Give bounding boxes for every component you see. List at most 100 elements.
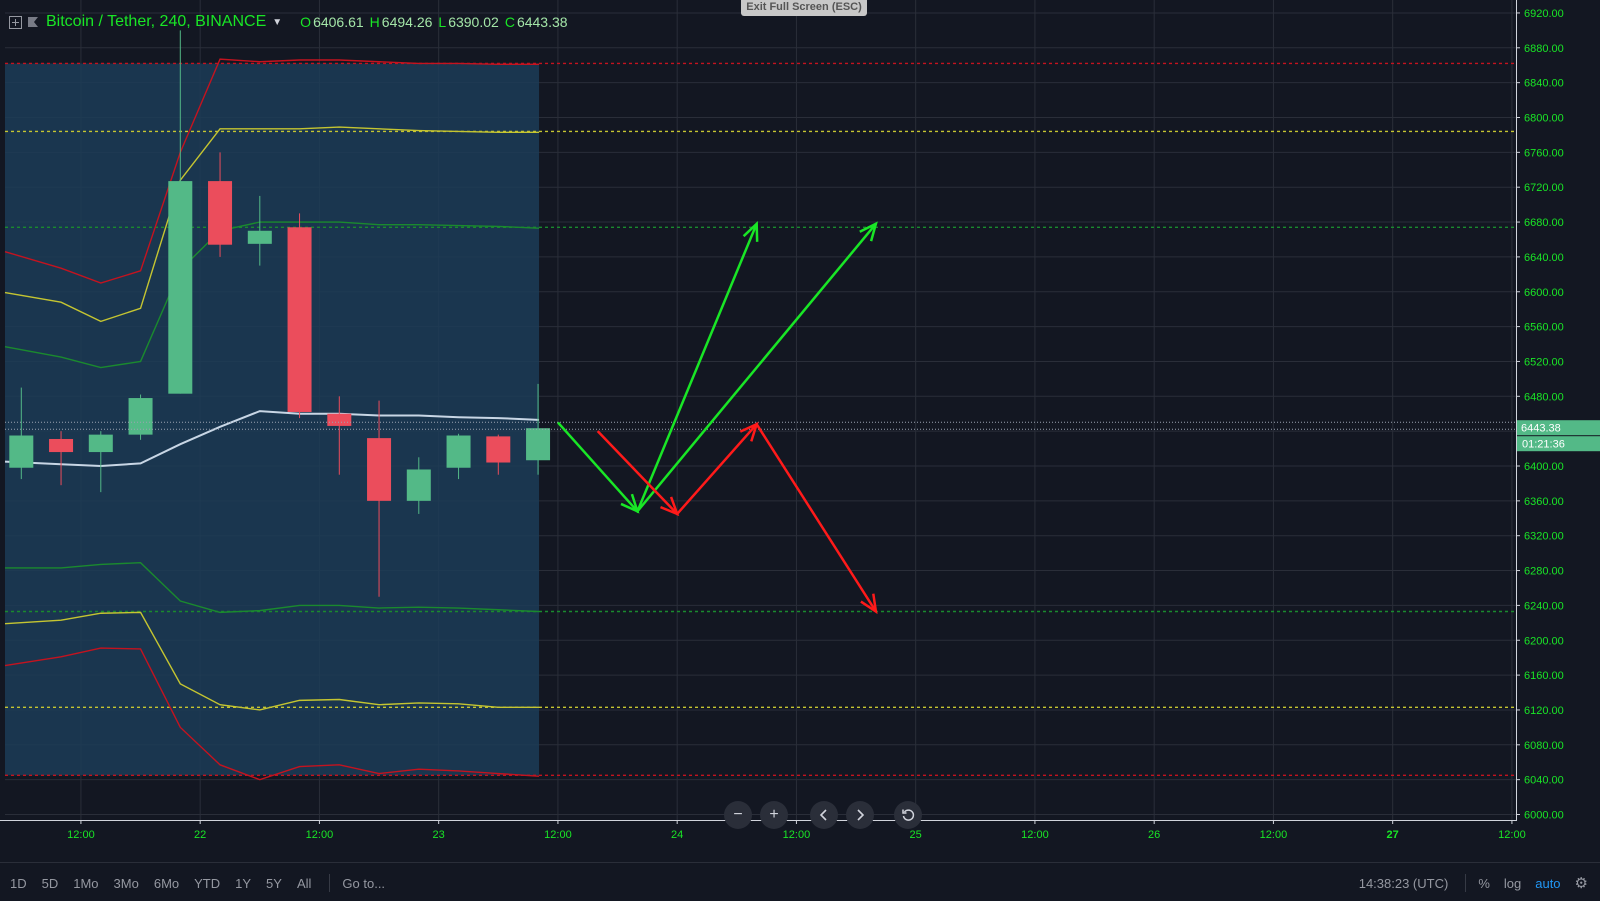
candle-body-down [208, 181, 233, 245]
close-value: 6443.38 [516, 14, 568, 30]
reset-chart-button[interactable] [894, 801, 922, 829]
symbol-title[interactable]: Bitcoin / Tether, 240, BINANCE [46, 13, 266, 31]
price-tick-label: 6640.00 [1524, 252, 1564, 264]
gear-icon[interactable]: ⚙ [1575, 876, 1588, 891]
candle-body-up [247, 230, 272, 244]
time-tick-label: 24 [671, 829, 683, 841]
low-value: 6390.02 [448, 14, 499, 30]
exit-fullscreen-button[interactable]: Exit Full Screen (ESC) [741, 0, 867, 16]
price-tick-label: 6840.00 [1524, 78, 1564, 90]
price-tick-label: 6920.00 [1524, 8, 1564, 20]
price-tick-label: 6800.00 [1524, 113, 1564, 125]
chevron-right-icon [857, 809, 865, 821]
range-buttons: 1D 5D 1Mo 3Mo 6Mo YTD 1Y 5Y All Go to... [10, 874, 400, 892]
time-tick-label: 12:00 [67, 829, 95, 841]
price-axis[interactable]: 6920.00 6880.00 6840.00 6800.00 6760.00 6720.… [1516, 0, 1600, 822]
time-tick-label: 12:00 [1498, 829, 1526, 841]
price-tick-label: 6320.00 [1524, 531, 1564, 543]
high-label: H [369, 14, 380, 30]
countdown-tag: 01:21:36 [1522, 439, 1565, 451]
price-tick-label: 6560.00 [1524, 322, 1564, 334]
percent-scale-button[interactable]: % [1478, 876, 1490, 891]
price-tick-label: 6520.00 [1524, 356, 1564, 368]
flag-icon[interactable] [26, 15, 40, 29]
price-tick-label: 6680.00 [1524, 217, 1564, 229]
candle-body-down [287, 227, 312, 412]
price-tick-label: 6000.00 [1524, 810, 1564, 822]
time-tick-label: 27 [1387, 829, 1399, 841]
band-shade-area [5, 63, 540, 776]
plus-icon: + [769, 806, 779, 823]
candle-body-up [526, 428, 551, 461]
high-value: 6494.26 [381, 14, 433, 30]
goto-date-button[interactable]: Go to... [342, 876, 385, 891]
open-label: O [300, 14, 312, 30]
price-tick-label: 6200.00 [1524, 635, 1564, 647]
time-tick-label: 12:00 [306, 829, 334, 841]
low-label: L [438, 14, 447, 30]
time-tick-label: 12:00 [544, 829, 572, 841]
time-tick-label: 12:00 [783, 829, 811, 841]
candle-body-up [9, 435, 34, 468]
price-tick-label: 6120.00 [1524, 705, 1564, 717]
candle-body-down [367, 438, 392, 501]
price-tick-label: 6480.00 [1524, 391, 1564, 403]
plus-square-icon[interactable] [8, 15, 22, 29]
toolbar-divider [329, 874, 331, 892]
zoom-out-button[interactable]: − [724, 801, 752, 829]
bollinger-shade [5, 63, 540, 776]
price-tick-label: 6880.00 [1524, 43, 1564, 55]
range-ytd[interactable]: YTD [194, 876, 220, 891]
utc-clock[interactable]: 14:38:23 (UTC) [1359, 876, 1449, 891]
time-tick-label: 25 [910, 829, 922, 841]
chart-navigation: − + [724, 801, 922, 829]
price-tick-label: 6040.00 [1524, 775, 1564, 787]
scroll-right-button[interactable] [846, 801, 874, 829]
candle-body-down [486, 436, 511, 463]
price-tick-label: 6720.00 [1524, 182, 1564, 194]
candle-body-up [446, 435, 471, 468]
range-5d[interactable]: 5D [42, 876, 59, 891]
price-tick-label: 6160.00 [1524, 670, 1564, 682]
price-tick-label: 6360.00 [1524, 496, 1564, 508]
price-chart[interactable]: 6920.00 6880.00 6840.00 6800.00 6760.00 6720.… [0, 0, 1600, 900]
log-scale-button[interactable]: log [1504, 876, 1521, 891]
time-tick-label: 26 [1148, 829, 1160, 841]
zoom-in-button[interactable]: + [760, 801, 788, 829]
candle-body-up [168, 181, 193, 394]
range-1d[interactable]: 1D [10, 876, 27, 891]
price-tick-label: 6240.00 [1524, 600, 1564, 612]
reset-icon [902, 809, 915, 821]
price-tick-label: 6760.00 [1524, 147, 1564, 159]
price-tick-label: 6280.00 [1524, 566, 1564, 578]
candle-body-up [406, 469, 431, 501]
bottom-toolbar: 1D 5D 1Mo 3Mo 6Mo YTD 1Y 5Y All Go to...… [0, 862, 1600, 901]
range-3mo[interactable]: 3Mo [114, 876, 139, 891]
range-1y[interactable]: 1Y [235, 876, 251, 891]
auto-scale-button[interactable]: auto [1535, 876, 1560, 891]
price-tick-label: 6080.00 [1524, 740, 1564, 752]
symbol-legend: Bitcoin / Tether, 240, BINANCE ▼ O 6406.6… [8, 11, 568, 33]
range-all[interactable]: All [297, 876, 311, 891]
minus-icon: − [733, 806, 743, 823]
price-tick-label: 6600.00 [1524, 287, 1564, 299]
time-tick-label: 12:00 [1260, 829, 1288, 841]
candle-body-down [327, 413, 352, 426]
range-5y[interactable]: 5Y [266, 876, 282, 891]
toolbar-divider [1465, 874, 1467, 892]
range-1mo[interactable]: 1Mo [73, 876, 98, 891]
last-price-tag: 6443.38 [1521, 423, 1561, 435]
open-value: 6406.61 [313, 14, 364, 30]
time-tick-label: 12:00 [1021, 829, 1049, 841]
price-tick-label: 6400.00 [1524, 461, 1564, 473]
candle-body-up [88, 434, 113, 453]
range-6mo[interactable]: 6Mo [154, 876, 179, 891]
chevron-left-icon [819, 809, 827, 821]
candle-body-down [49, 438, 74, 453]
chevron-down-icon[interactable]: ▼ [272, 17, 282, 28]
time-tick-label: 23 [433, 829, 445, 841]
scale-controls: 14:38:23 (UTC) % log auto ⚙ [1359, 874, 1588, 892]
time-tick-label: 22 [194, 829, 206, 841]
scroll-left-button[interactable] [810, 801, 838, 829]
close-label: C [504, 14, 515, 30]
